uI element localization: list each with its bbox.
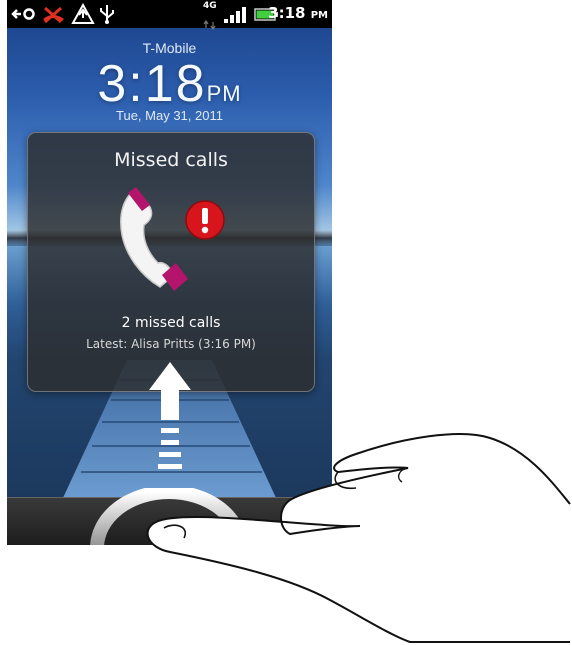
- lock-clock-suffix: PM: [206, 81, 242, 106]
- status-time: 3:18 PM: [268, 4, 328, 22]
- lock-date: Tue, May 31, 2011: [116, 108, 223, 123]
- data-sync-icon: [11, 8, 35, 20]
- usb-icon: [100, 5, 114, 24]
- lock-clock: 3:18PM: [7, 54, 332, 114]
- alert-icon: [185, 200, 225, 240]
- lock-clock-time: 3:18: [97, 55, 207, 113]
- signal-strength-icon: [224, 7, 246, 23]
- missed-calls-notification[interactable]: Missed calls 2 missed calls Latest: Alis…: [27, 132, 315, 392]
- missed-call-latest: Latest: Alisa Pritts (3:16 PM): [86, 337, 256, 351]
- missed-call-count: 2 missed calls: [121, 315, 221, 331]
- status-bar: 4G 3:18 PM: [7, 0, 332, 31]
- data-activity-icon: [203, 19, 216, 31]
- hand-gesture-illustration: [146, 433, 571, 643]
- warning-triangle-icon: [71, 3, 95, 24]
- network-type-label: 4G: [203, 1, 217, 11]
- missed-call-status-icon: [43, 6, 64, 24]
- phone-handset-icon: [120, 187, 188, 291]
- notification-title: Missed calls: [114, 149, 228, 171]
- status-time-suffix: PM: [310, 10, 328, 21]
- status-time-value: 3:18: [268, 4, 306, 22]
